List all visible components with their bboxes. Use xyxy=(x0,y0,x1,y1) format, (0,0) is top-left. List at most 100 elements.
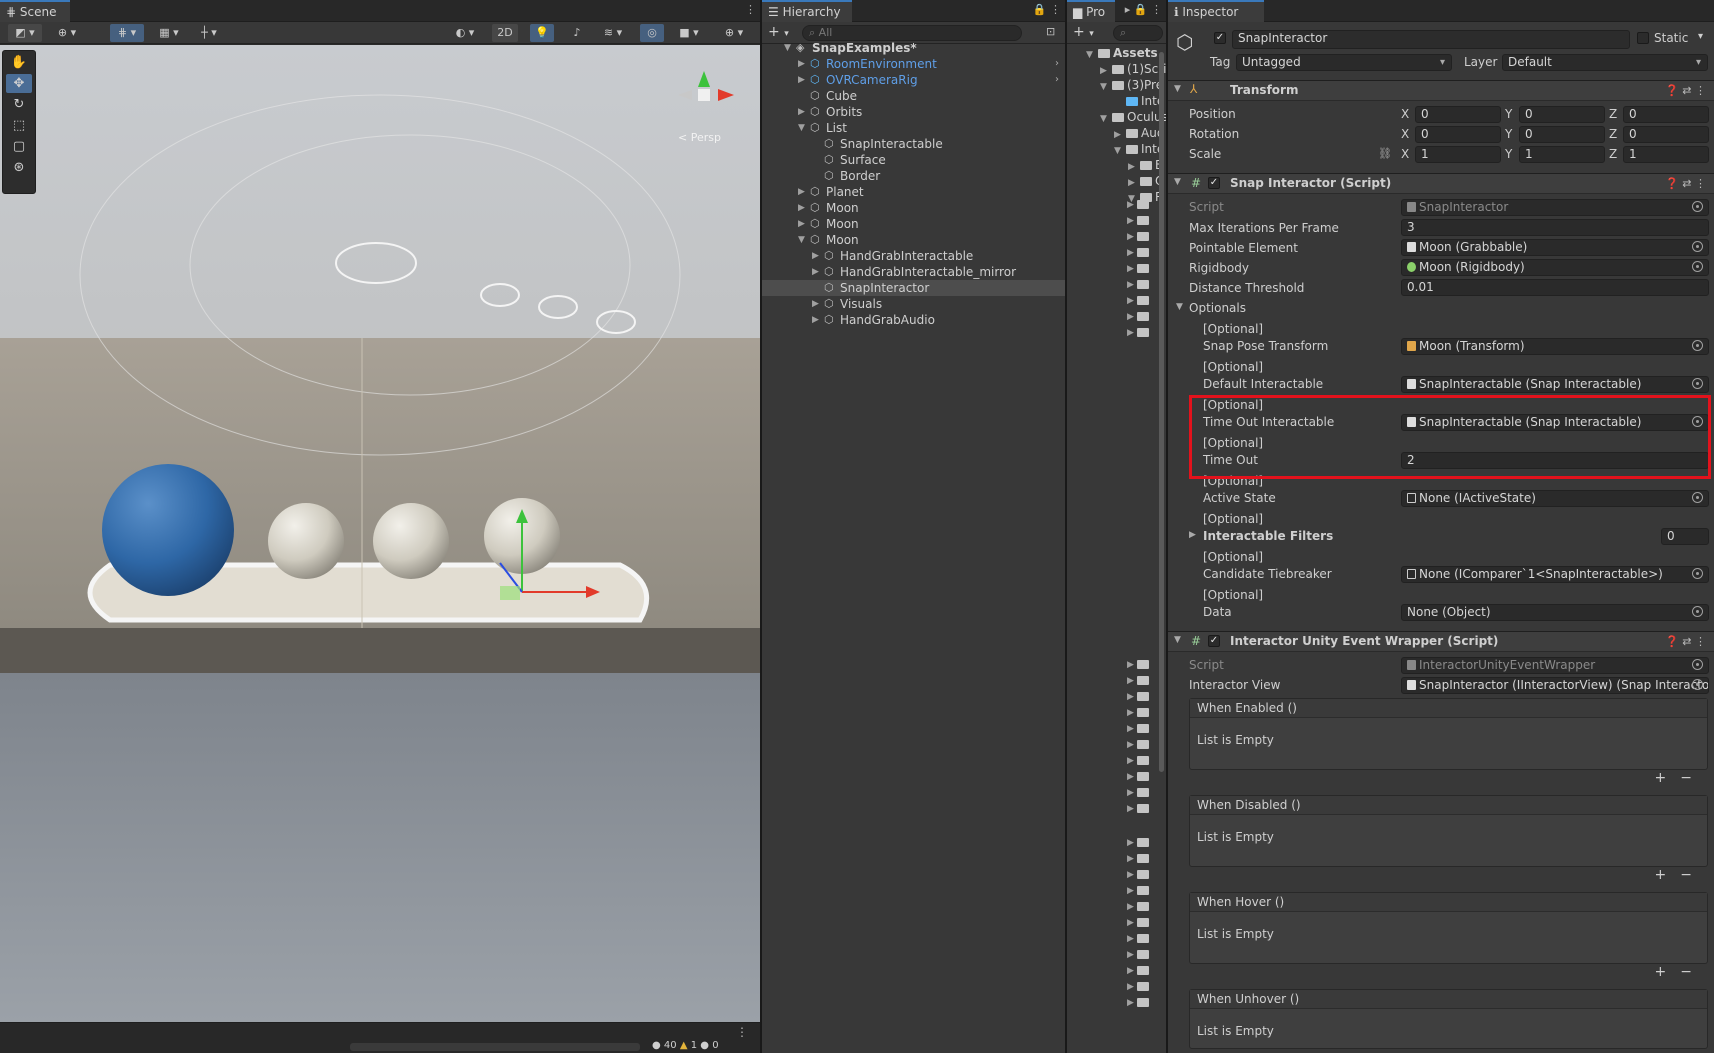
expanded-arrow-icon[interactable]: ▼ xyxy=(784,40,794,56)
increment-snap-button[interactable]: ┼ ▾ xyxy=(192,24,226,42)
folder-icon[interactable]: ▶ xyxy=(1127,676,1152,686)
hierarchy-item[interactable]: ▶ ⬡ Orbits xyxy=(762,104,1065,120)
grid-snap-button[interactable]: ⋕ ▾ xyxy=(110,24,144,42)
scene-menu-icon[interactable]: ⋮ xyxy=(745,3,756,16)
hierarchy-item[interactable]: ▶ ⬡ HandGrabInteractable_mirror xyxy=(762,264,1065,280)
collapsed-arrow-icon[interactable]: ▶ xyxy=(798,184,808,200)
hierarchy-item[interactable]: ▶ ⬡ Planet xyxy=(762,184,1065,200)
folder-arrow-icon[interactable]: ▼ xyxy=(1100,79,1112,95)
folder-icon[interactable]: ▶ xyxy=(1127,902,1152,912)
folder-icon[interactable]: ▶ xyxy=(1127,740,1152,750)
folder-icon[interactable]: ▶ xyxy=(1127,886,1152,896)
scale-tool-icon[interactable]: ⬚ xyxy=(6,116,32,135)
collapsed-arrow-icon[interactable]: ▶ xyxy=(798,200,808,216)
collapsed-arrow-icon[interactable]: ▶ xyxy=(798,72,808,88)
draw-mode-button[interactable]: ◩ ▾ xyxy=(8,24,42,42)
hierarchy-item[interactable]: ▶ ⬡ HandGrabAudio xyxy=(762,312,1065,328)
collapsed-arrow-icon[interactable]: ▶ xyxy=(798,56,808,72)
mode-2d-button[interactable]: 2D xyxy=(492,24,518,42)
hierarchy-item[interactable]: ▼ ◈ SnapExamples* xyxy=(762,40,1065,56)
folder-icon[interactable]: ▶ xyxy=(1127,248,1152,258)
folder-icon[interactable]: ▶ xyxy=(1127,950,1152,960)
folder-icon[interactable]: ▶ xyxy=(1127,998,1152,1008)
hierarchy-item[interactable]: ▶ ⬡ HandGrabInteractable xyxy=(762,248,1065,264)
hand-tool-icon[interactable]: ✋ xyxy=(6,53,32,72)
hierarchy-item[interactable]: ⬡ Border xyxy=(762,168,1065,184)
hierarchy-item[interactable]: ▶ ⬡ RoomEnvironment › xyxy=(762,56,1065,72)
folder-icon[interactable]: ▶ xyxy=(1127,280,1152,290)
folder-icon[interactable]: ▶ xyxy=(1127,934,1152,944)
hierarchy-item[interactable]: ▶ ⬡ OVRCameraRig › xyxy=(762,72,1065,88)
tab-hierarchy[interactable]: ☰ Hierarchy xyxy=(762,0,852,22)
grid-button[interactable]: ▦ ▾ xyxy=(152,24,186,42)
lighting-icon[interactable]: 💡 xyxy=(530,24,554,42)
hierarchy-item-label: Moon xyxy=(826,201,859,215)
hierarchy-item[interactable]: ⬡ SnapInteractable xyxy=(762,136,1065,152)
folder-icon[interactable]: ▶ xyxy=(1127,966,1152,976)
move-tool-icon[interactable]: ✥ xyxy=(6,74,32,93)
folder-icon[interactable]: ▶ xyxy=(1127,328,1152,338)
folder-icon[interactable]: ▶ xyxy=(1127,838,1152,848)
warning-count: 1 xyxy=(690,1040,698,1051)
search-options-icon[interactable]: ⊡ xyxy=(1046,25,1055,38)
hierarchy-item[interactable]: ▼ ⬡ List xyxy=(762,120,1065,136)
folder-icon[interactable]: ▶ xyxy=(1127,756,1152,766)
folder-icon[interactable]: ▶ xyxy=(1127,660,1152,670)
folder-icon[interactable]: ▶ xyxy=(1127,200,1152,210)
folder-icon[interactable]: ▶ xyxy=(1127,804,1152,814)
rotate-tool-icon[interactable]: ↻ xyxy=(6,95,32,114)
hierarchy-lock-icon[interactable]: 🔒 ⋮ xyxy=(1033,3,1061,16)
camera-button[interactable]: ■ ▾ xyxy=(674,24,704,42)
audio-icon[interactable]: ♪ xyxy=(566,24,588,42)
hierarchy-item[interactable]: ▶ ⬡ Moon xyxy=(762,216,1065,232)
hierarchy-item[interactable]: ⬡ Cube xyxy=(762,88,1065,104)
expanded-arrow-icon[interactable]: ▼ xyxy=(798,120,808,136)
folder-icon[interactable]: ▶ xyxy=(1127,312,1152,322)
folder-icon[interactable]: ▶ xyxy=(1127,264,1152,274)
globe-icon[interactable]: ⊕ ▾ xyxy=(52,24,82,42)
project-scrollbar[interactable] xyxy=(1159,52,1164,772)
folder-icon[interactable]: ▶ xyxy=(1127,724,1152,734)
collapsed-arrow-icon[interactable]: ▶ xyxy=(812,264,822,280)
hierarchy-item[interactable]: ▶ ⬡ Visuals xyxy=(762,296,1065,312)
folder-icon[interactable]: ▶ xyxy=(1127,692,1152,702)
shading-mode-button[interactable]: ◐ ▾ xyxy=(450,24,480,42)
effects-button[interactable]: ≋ ▾ xyxy=(596,24,630,42)
folder-icon[interactable]: ▶ xyxy=(1127,708,1152,718)
folder-icon[interactable]: ▶ xyxy=(1127,788,1152,798)
open-prefab-icon[interactable]: › xyxy=(1055,72,1059,88)
collapsed-arrow-icon[interactable]: ▶ xyxy=(798,216,808,232)
hierarchy-item[interactable]: ⬡ SnapInteractor xyxy=(762,280,1065,296)
folder-arrow-icon[interactable]: ▼ xyxy=(1086,47,1098,63)
folder-icon[interactable]: ▶ xyxy=(1127,870,1152,880)
expanded-arrow-icon[interactable]: ▼ xyxy=(798,232,808,248)
add-button[interactable]: + ▾ xyxy=(768,24,789,40)
collapsed-arrow-icon[interactable]: ▶ xyxy=(812,248,822,264)
scene-viewport[interactable]: < Persp xyxy=(0,45,760,1022)
tab-scene[interactable]: ⋕ Scene xyxy=(0,0,70,22)
status-menu-icon[interactable]: ⋮ xyxy=(736,1025,748,1039)
folder-icon[interactable]: ▶ xyxy=(1127,232,1152,242)
folder-icon[interactable]: ▶ xyxy=(1127,216,1152,226)
folder-arrow-icon[interactable]: ▼ xyxy=(1100,111,1112,127)
gizmos-button[interactable]: ⊕ ▾ xyxy=(714,24,754,42)
folder-icon[interactable]: ▶ xyxy=(1127,918,1152,928)
folder-icon[interactable]: ▶ xyxy=(1127,772,1152,782)
hierarchy-item[interactable]: ▼ ⬡ Moon xyxy=(762,232,1065,248)
collapsed-arrow-icon[interactable]: ▶ xyxy=(812,296,822,312)
rect-tool-icon[interactable]: ▢ xyxy=(6,137,32,156)
persp-label[interactable]: < Persp xyxy=(678,131,721,144)
folder-icon[interactable]: ▶ xyxy=(1127,854,1152,864)
open-prefab-icon[interactable]: › xyxy=(1055,56,1059,72)
folder-icon[interactable]: ▶ xyxy=(1127,982,1152,992)
collapsed-arrow-icon[interactable]: ▶ xyxy=(812,312,822,328)
visibility-icon[interactable]: ◎ xyxy=(640,24,664,42)
folder-arrow-icon[interactable]: ▼ xyxy=(1114,143,1126,159)
folder-icon[interactable]: ▶ xyxy=(1127,296,1152,306)
hierarchy-item[interactable]: ▶ ⬡ Moon xyxy=(762,200,1065,216)
hierarchy-item[interactable]: ⬡ Surface xyxy=(762,152,1065,168)
transform-tool-icon[interactable]: ⊛ xyxy=(6,158,32,177)
tab-inspector[interactable]: ℹ Inspector xyxy=(1168,0,1264,22)
collapsed-arrow-icon[interactable]: ▶ xyxy=(798,104,808,120)
hierarchy-search[interactable]: ⌕ All xyxy=(802,25,1022,41)
